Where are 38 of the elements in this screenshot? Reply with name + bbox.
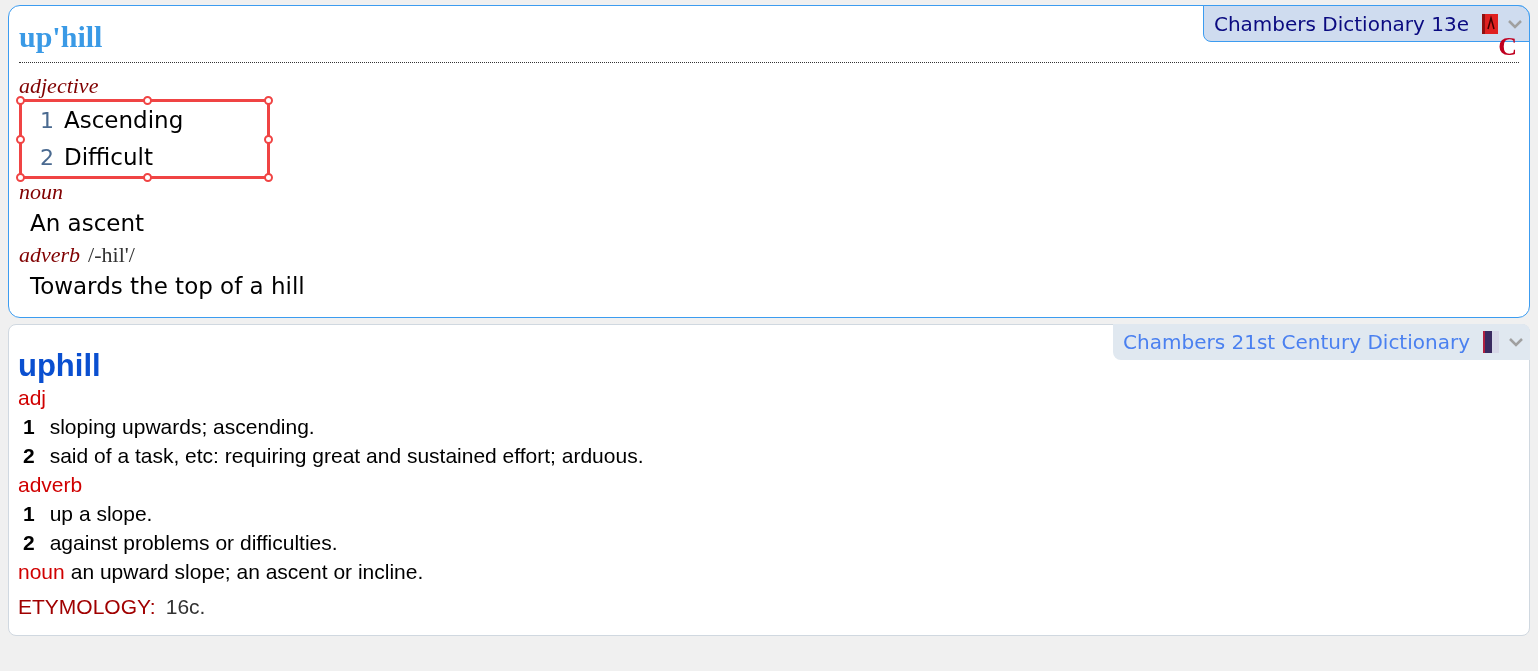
definition: Towards the top of a hill [30,272,305,301]
sense-number: 2 [23,443,35,469]
sense-number: 2 [23,530,35,556]
part-of-speech: noun [18,559,65,585]
selection-box[interactable]: 1 Ascending 2 Difficult [19,99,271,179]
definition: against problems or difficulties. [49,530,338,556]
definition: Ascending [64,106,184,135]
definition: said of a task, etc: requiring great and sustained effort; arduous. [49,443,644,469]
part-of-speech: adjective [19,73,99,99]
selection-handle[interactable] [264,96,274,105]
definition: up a slope. [49,501,153,527]
book-icon [1482,330,1500,354]
sense-number: 2 [40,144,54,172]
selection-handle[interactable] [16,96,25,105]
selection-handle[interactable] [264,135,274,144]
selection-handle[interactable] [264,173,274,182]
etymology-text: 16c. [165,594,206,620]
book-icon [1481,12,1499,35]
etymology-label: ETYMOLOGY: [18,594,156,620]
part-of-speech: noun [19,179,63,205]
sense-number: 1 [23,414,35,440]
selection-handle[interactable] [16,135,25,144]
selection-handle[interactable] [143,173,152,182]
pronunciation: /-hil'/ [88,242,135,268]
definition: An ascent [30,209,145,238]
headword: uphill [18,349,102,383]
part-of-speech: adj [18,385,47,411]
selection-handle[interactable] [143,96,152,105]
headword: up'hill [19,20,103,54]
part-of-speech: adverb [19,242,81,268]
definition: sloping upwards; ascending. [49,414,315,440]
selection-handle[interactable] [16,173,25,182]
part-of-speech: adverb [18,472,83,498]
chevron-down-icon[interactable] [1508,337,1524,347]
sense-number: 1 [40,107,54,135]
sense-number: 1 [23,501,35,527]
definition: an upward slope; an ascent or incline. [70,559,424,585]
definition: Difficult [64,143,153,172]
